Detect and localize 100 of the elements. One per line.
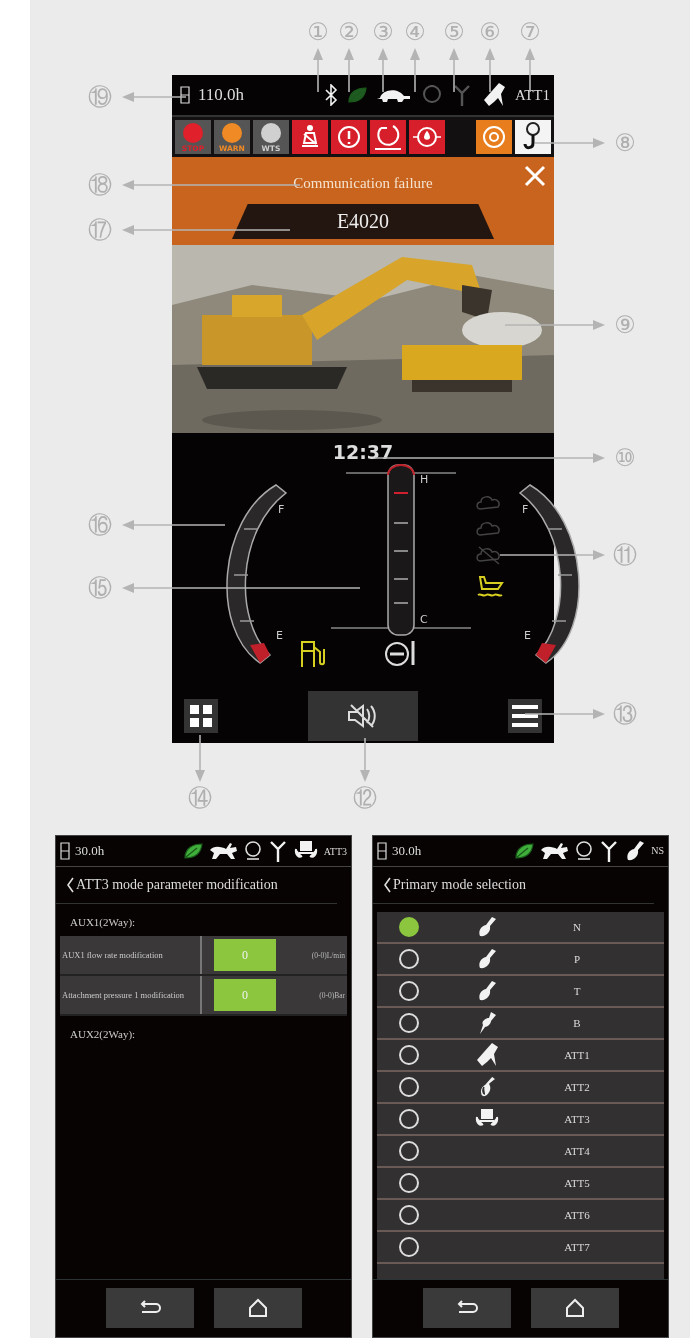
- engine-hours: 30.0h: [392, 842, 422, 859]
- radio-button[interactable]: [399, 1076, 419, 1097]
- callout-number: ⑭: [188, 786, 212, 810]
- menu-icon: [511, 703, 539, 728]
- home-button[interactable]: [213, 1288, 302, 1328]
- callout-number: ②: [338, 20, 360, 44]
- radio-button[interactable]: [399, 916, 419, 937]
- back-button[interactable]: [105, 1288, 194, 1328]
- home-button[interactable]: [530, 1288, 619, 1329]
- callout-number: ⑪: [613, 543, 637, 567]
- menu-button[interactable]: [508, 698, 542, 733]
- parameter-label: Attachment pressure 1 modification: [60, 976, 202, 1014]
- gauge-label: H: [420, 473, 429, 486]
- cloud-off-icon: [476, 545, 502, 565]
- mode-name: ATT7: [563, 1240, 591, 1253]
- mode-name: N: [572, 920, 582, 933]
- callout-number: ⑦: [519, 20, 541, 44]
- screen-title: Primary mode selection: [393, 876, 526, 893]
- engine-icon: [242, 840, 263, 862]
- parameter-label: AUX1 flow rate modification: [60, 936, 202, 974]
- breaker-icon: [477, 1010, 497, 1035]
- callout-number: ⑬: [613, 702, 637, 726]
- radio-button[interactable]: [399, 1236, 419, 1257]
- bucket-icon: [624, 839, 647, 862]
- radio-button[interactable]: [399, 980, 419, 1001]
- leader-line: [485, 48, 495, 93]
- engine-warning-icon: [331, 120, 367, 154]
- leader-line: [360, 737, 370, 782]
- radio-button[interactable]: [399, 1108, 419, 1129]
- mode-name: T: [572, 984, 582, 997]
- callout-number: ①: [307, 20, 329, 44]
- back-chevron-icon[interactable]: [383, 876, 391, 893]
- bucket-icon: [476, 915, 498, 938]
- mute-button[interactable]: [308, 690, 418, 741]
- radio-button[interactable]: [399, 1204, 419, 1225]
- cloud-icon: [476, 519, 502, 539]
- callout-number: ④: [404, 20, 426, 44]
- rabbit-icon: [539, 840, 570, 861]
- home-icon: [247, 1298, 268, 1318]
- callout-number: ⑧: [614, 131, 636, 155]
- grapple-icon: [292, 841, 319, 861]
- apps-button[interactable]: [184, 698, 218, 733]
- claw-attachment-icon: [474, 1041, 500, 1068]
- value-field[interactable]: 0: [214, 939, 276, 971]
- mute-icon: [347, 702, 379, 729]
- callout-number: ⑯: [88, 513, 112, 537]
- hourglass-icon: [377, 841, 387, 860]
- callout-number: ⑨: [614, 313, 636, 337]
- callout-number: ⑤: [443, 20, 465, 44]
- fuel-icon: [300, 639, 326, 669]
- leader-line: [378, 48, 388, 93]
- error-code: E4020: [232, 204, 494, 239]
- engine-temperature-icon: [384, 639, 418, 669]
- cloud-icon: [476, 493, 502, 513]
- callout-number: ⑩: [614, 446, 636, 470]
- mode-name: B: [572, 1016, 582, 1029]
- mode-name: ATT6: [563, 1208, 591, 1221]
- gauge-label: E: [524, 629, 531, 642]
- hook-icon: [515, 120, 551, 154]
- callout-number: ③: [372, 20, 394, 44]
- engine-hours: 30.0h: [75, 843, 105, 859]
- mode-label: NS: [651, 845, 664, 857]
- gauge-label: E: [276, 629, 283, 642]
- callout-number: ⑫: [353, 786, 377, 810]
- leaf-icon: [182, 842, 203, 860]
- screen-title: ATT3 mode parameter modification: [76, 877, 278, 893]
- radio-button[interactable]: [399, 1172, 419, 1193]
- gauge-label: C: [420, 613, 428, 626]
- callout-number: ⑥: [479, 20, 501, 44]
- callout-number: ⑱: [88, 173, 112, 197]
- mode-label: ATT1: [515, 86, 550, 104]
- alert-message: Communication failure: [293, 175, 433, 192]
- leaf-icon: [514, 841, 535, 860]
- grid-icon: [189, 703, 213, 728]
- mode-name: P: [572, 952, 582, 965]
- callout-number: ⑮: [88, 576, 112, 600]
- bucket-icon: [476, 947, 498, 970]
- bucket-icon: [476, 979, 498, 1002]
- back-button[interactable]: [422, 1288, 511, 1329]
- leaf-icon: [347, 86, 367, 104]
- engine-rotation-icon: [370, 120, 406, 154]
- radio-button[interactable]: [399, 1012, 419, 1033]
- radio-button[interactable]: [399, 948, 419, 969]
- radio-button[interactable]: [399, 1044, 419, 1065]
- callout-number: ⑲: [88, 85, 112, 109]
- mode-name: ATT5: [563, 1176, 591, 1189]
- gauge-label: F: [522, 503, 529, 516]
- bluetooth-icon: [324, 84, 338, 106]
- antenna-icon: [599, 838, 620, 863]
- oil-pressure-icon: [409, 120, 445, 154]
- seatbelt-warning-icon: [292, 120, 328, 154]
- leader-line: [344, 48, 354, 93]
- leader-line: [534, 138, 605, 148]
- radio-button[interactable]: [399, 1140, 419, 1161]
- back-chevron-icon[interactable]: [66, 877, 74, 893]
- mode-name: ATT3: [563, 1112, 591, 1125]
- mode-label: ATT3: [323, 845, 347, 857]
- section-heading: AUX1(2Way):: [69, 915, 137, 930]
- close-icon[interactable]: [524, 165, 546, 187]
- value-field[interactable]: 0: [214, 979, 276, 1011]
